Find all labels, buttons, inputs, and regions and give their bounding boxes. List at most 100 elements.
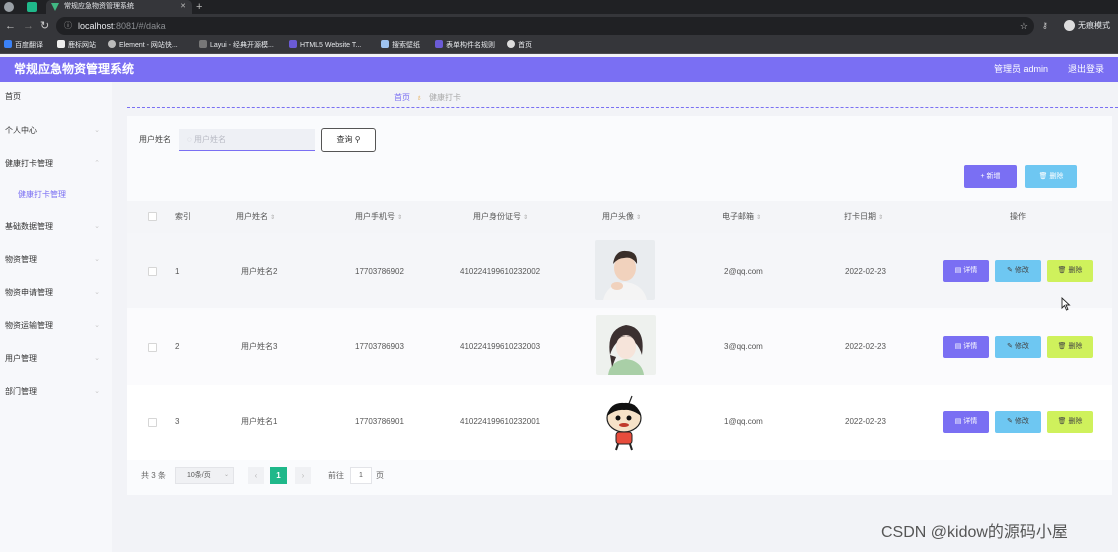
logout-link[interactable]: 退出登录	[1068, 57, 1104, 82]
sidebar: 首页 个人中心 ⌄ 健康打卡管理 ⌃ 健康打卡管理 基础数据管理 ⌄ 物资管理 ⌄ 物资…	[0, 82, 112, 552]
batch-delete-button[interactable]: 🗑 删除	[1025, 165, 1077, 188]
row-checkbox[interactable]	[148, 267, 157, 276]
bookmark-item[interactable]: 百度翻译	[4, 38, 43, 54]
sort-icon[interactable]: ⇕	[397, 215, 402, 221]
breadcrumb-divider	[127, 107, 1118, 108]
header-avatar[interactable]: 用户头像 ⇕	[602, 211, 641, 224]
sidebar-subitem-health-checkin[interactable]: 健康打卡管理	[0, 184, 112, 206]
page-size-value: 10条/页	[187, 472, 211, 479]
bookmark-item[interactable]: 搜索壁纸	[381, 38, 420, 54]
search-icon: ⚲	[354, 135, 361, 144]
cell-email: 1@qq.com	[724, 417, 763, 426]
cell-checkin-date: 2022-02-23	[845, 342, 886, 351]
bookmark-star-icon[interactable]: ☆	[1020, 17, 1028, 35]
prev-page-button[interactable]: ‹	[248, 467, 264, 484]
bookmark-item[interactable]: 表单构件名规则	[435, 38, 495, 54]
bookmark-translate-icon	[4, 40, 12, 48]
browser-tab-strip: 常规应急物资管理系统 ✕ +	[0, 0, 1118, 14]
browser-tab-active[interactable]: 常规应急物资管理系统 ✕	[46, 0, 192, 14]
site-info-icon[interactable]: ⓘ	[64, 17, 72, 35]
breadcrumb-separator-icon: ♁	[416, 93, 422, 102]
sort-icon[interactable]: ⇕	[270, 215, 275, 221]
search-placeholder: 用户姓名	[193, 135, 226, 144]
edit-icon: ✎	[1007, 343, 1015, 350]
sidebar-item-health-checkin[interactable]: 健康打卡管理 ⌃	[0, 153, 112, 175]
page-size-select[interactable]: 10条/页 ⌄	[175, 467, 234, 484]
bookmark-item[interactable]: 鹿标网站	[57, 38, 96, 54]
row-delete-button[interactable]: 🗑 删除	[1047, 336, 1093, 358]
sidebar-item-basic-data[interactable]: 基础数据管理 ⌄	[0, 216, 112, 238]
add-button[interactable]: + 新增	[964, 165, 1017, 188]
reload-icon[interactable]: ↻	[40, 18, 49, 34]
sidebar-item-users[interactable]: 用户管理 ⌄	[0, 348, 112, 370]
sidebar-item-departments[interactable]: 部门管理 ⌄	[0, 381, 112, 403]
row-detail-button[interactable]: ▤ 详情	[943, 336, 989, 358]
row-edit-button[interactable]: ✎ 修改	[995, 336, 1041, 358]
browser-menu-icon[interactable]	[4, 2, 14, 12]
avatar-cartoon-boy	[596, 392, 656, 452]
bookmark-item[interactable]: Layui - 经典开源模...	[199, 38, 274, 54]
cell-index: 3	[175, 417, 180, 426]
sidebar-item-profile[interactable]: 个人中心 ⌄	[0, 120, 112, 142]
cell-id-card: 410224199610232001	[460, 417, 541, 426]
header-user-name[interactable]: 用户姓名 ⇕	[236, 211, 275, 224]
cell-checkin-date: 2022-02-23	[845, 417, 886, 426]
sort-icon[interactable]: ⇕	[523, 215, 528, 221]
sort-icon[interactable]: ⇕	[636, 215, 641, 221]
app-title: 常规应急物资管理系统	[14, 62, 135, 76]
goto-page-input[interactable]: 1	[350, 467, 372, 484]
row-checkbox[interactable]	[148, 418, 157, 427]
row-detail-button[interactable]: ▤ 详情	[943, 260, 989, 282]
header-checkin-date[interactable]: 打卡日期 ⇕	[844, 211, 883, 224]
new-tab-icon[interactable]: +	[196, 0, 202, 14]
select-all-checkbox[interactable]	[148, 212, 157, 221]
add-button-label: 新增	[986, 173, 1001, 180]
bookmark-element-icon	[108, 40, 116, 48]
bookmark-item[interactable]: 首页	[507, 38, 532, 54]
key-icon[interactable]: ⚷	[1042, 19, 1048, 33]
chevron-down-icon: ⌄	[94, 388, 100, 395]
url-field[interactable]: ⓘ localhost:8081/#/daka ☆	[56, 17, 1034, 35]
bookmark-layui-icon	[199, 40, 207, 48]
bookmark-item[interactable]: HTML5 Website T...	[289, 38, 361, 54]
pinned-tab-icon[interactable]	[27, 2, 37, 12]
row-edit-button[interactable]: ✎ 修改	[995, 411, 1041, 433]
sidebar-item-home[interactable]: 首页	[0, 86, 112, 108]
sidebar-item-supply-requests[interactable]: 物资申请管理 ⌄	[0, 282, 112, 304]
current-user: 管理员 admin	[994, 64, 1049, 74]
cell-user-name: 用户姓名3	[241, 342, 278, 351]
cell-phone: 17703786902	[355, 267, 404, 276]
row-detail-button[interactable]: ▤ 详情	[943, 411, 989, 433]
header-index: 索引	[175, 212, 191, 221]
row-edit-button[interactable]: ✎ 修改	[995, 260, 1041, 282]
incognito-indicator[interactable]: ⚷ 无痕模式	[1042, 19, 1110, 33]
incognito-icon	[1064, 20, 1075, 32]
cell-email: 3@qq.com	[724, 342, 763, 351]
page-number-current[interactable]: 1	[270, 467, 287, 484]
cell-index: 1	[175, 267, 180, 276]
header-actions: 操作	[1010, 212, 1026, 221]
bookmark-item[interactable]: Element - 网站快...	[108, 38, 178, 54]
breadcrumb-home[interactable]: 首页	[394, 92, 410, 104]
sort-icon[interactable]: ⇕	[756, 215, 761, 221]
forward-arrow-icon[interactable]: →	[23, 18, 34, 34]
trash-icon: 🗑	[1057, 267, 1069, 274]
row-delete-button[interactable]: 🗑 删除	[1047, 411, 1093, 433]
cell-index: 2	[175, 342, 180, 351]
back-arrow-icon[interactable]: ←	[5, 18, 16, 34]
header-id-card[interactable]: 用户身份证号 ⇕	[473, 211, 528, 224]
query-button[interactable]: 查询 ⚲	[321, 128, 376, 152]
close-tab-icon[interactable]: ✕	[180, 0, 186, 14]
sidebar-item-supplies[interactable]: 物资管理 ⌄	[0, 249, 112, 271]
detail-icon: ▤	[954, 267, 964, 274]
next-page-button[interactable]: ›	[295, 467, 311, 484]
sidebar-item-supply-transport[interactable]: 物资运输管理 ⌄	[0, 315, 112, 337]
bookmark-wallpaper-icon	[381, 40, 389, 48]
search-input[interactable]: ◌ 用户姓名	[179, 129, 315, 151]
row-delete-button[interactable]: 🗑 删除	[1047, 260, 1093, 282]
cell-phone: 17703786901	[355, 417, 404, 426]
sort-icon[interactable]: ⇕	[878, 215, 883, 221]
header-phone[interactable]: 用户手机号 ⇕	[355, 211, 402, 224]
header-email[interactable]: 电子邮箱 ⇕	[722, 211, 761, 224]
row-checkbox[interactable]	[148, 343, 157, 352]
